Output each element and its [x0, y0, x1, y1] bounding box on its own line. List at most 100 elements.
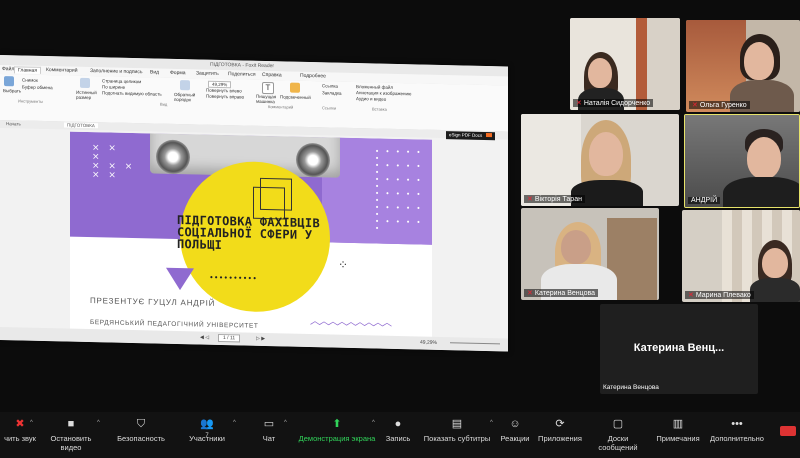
link-tool[interactable]: Ссылка — [322, 83, 338, 88]
mic-muted-icon: ✕ — [688, 292, 694, 299]
tab-fill-sign[interactable]: Заполнение и подпись — [90, 68, 142, 75]
tab-share[interactable]: Поделиться — [228, 71, 256, 78]
torso — [723, 177, 799, 207]
shield-icon: ⛉ — [136, 418, 146, 430]
end-meeting-button[interactable] — [780, 426, 796, 436]
face — [561, 230, 591, 264]
chat-button[interactable]: ▭ Чат — [256, 418, 282, 443]
esign-panel[interactable]: eSign PDF Docs — [446, 131, 495, 141]
share-options-caret[interactable]: ^ — [372, 420, 375, 426]
tab-comment[interactable]: Комментарий — [46, 67, 78, 74]
notes-button[interactable]: ▥ Примечания — [656, 418, 700, 443]
nav-start[interactable]: Начать — [6, 121, 21, 126]
share-screen-button[interactable]: ⬆ Демонстрация экрана — [298, 418, 376, 443]
subtitles-options-caret[interactable]: ^ — [490, 420, 493, 426]
record-button[interactable]: ● Запись — [384, 418, 412, 443]
clipboard-tool[interactable]: Буфер обмена — [22, 84, 53, 90]
participant-name: ✕ Катерина Венцова — [524, 289, 599, 297]
chat-options-caret[interactable]: ^ — [284, 420, 287, 426]
record-icon: ● — [394, 418, 402, 430]
select-tool[interactable]: Выбрать — [3, 88, 21, 93]
video-camera-icon: ■ — [67, 418, 75, 430]
camera-lens-right — [296, 142, 330, 178]
reactions-button[interactable]: ☺ Реакции — [498, 418, 532, 443]
participants-button[interactable]: 👥7 Участники — [182, 418, 232, 443]
apps-icon: ⟳ — [555, 418, 565, 430]
reflow[interactable]: Обратный порядок — [174, 92, 198, 103]
group-insert-label: Вставка — [372, 106, 387, 112]
dot-pattern-right: • • • • • • • • • • • • • • • • • • • • • •… — [375, 147, 423, 233]
tab-more[interactable]: Подробнее — [300, 73, 326, 80]
camera-lens-left — [156, 139, 190, 175]
tab-view[interactable]: Вид — [150, 69, 159, 75]
tab-protect[interactable]: Защитить — [196, 70, 219, 77]
x-pattern-left: × × × × × × × × — [92, 143, 136, 181]
participant-tile-active-speaker[interactable]: АНДРІЙ — [684, 114, 800, 208]
slide-university: БЕРДЯНСЬКИЙ ПЕДАГОГІЧНИЙ УНІВЕРСИТЕТ — [90, 319, 259, 330]
participant-tile[interactable]: ✕ Вікторія Таран — [521, 114, 679, 206]
participant-tile[interactable]: ✕ Катерина Венцова — [521, 208, 659, 300]
group-links-label: Ссылки — [322, 105, 337, 111]
actual-size[interactable]: Истинный размер — [76, 90, 100, 101]
participant-name: Катерина Венцова — [603, 384, 659, 391]
meeting-toolbar: ✖ чить звук ^ ■ Остановить видео ^ ⛉ Без… — [0, 412, 800, 458]
fit-visible[interactable]: Подогнать видимую область — [102, 90, 162, 96]
typewriter-tool[interactable]: Пишущая машинка — [256, 94, 278, 104]
mic-muted-icon: ✖ — [15, 418, 25, 430]
highlight-tool[interactable]: Подсвеченный — [280, 94, 311, 100]
fit-width[interactable]: По ширине — [102, 84, 125, 90]
tab-form[interactable]: Форма — [170, 70, 186, 76]
page-icon[interactable] — [80, 77, 90, 89]
participants-options-caret[interactable]: ^ — [233, 420, 236, 426]
rotate-right[interactable]: Повернуть вправо — [206, 94, 244, 100]
participant-name: ✕ Ольга Гуренко — [689, 101, 750, 109]
tab-help[interactable]: Справка — [262, 72, 282, 78]
more-button[interactable]: ••• Дополнительно — [706, 418, 768, 443]
chat-bubble-icon: ▭ — [263, 418, 275, 430]
pdf-slide: × × × × × × × × • • • • • • • • • • • • • •… — [70, 131, 432, 338]
hand-tool-icon[interactable] — [4, 76, 14, 87]
more-label: Дополнительно — [710, 434, 764, 443]
subtitles-label: Показать субтитры — [423, 434, 491, 443]
security-button[interactable]: ⛉ Безопасность — [110, 418, 172, 443]
mute-options-caret[interactable]: ^ — [30, 420, 33, 426]
shared-screen[interactable]: ПІДГОТОВКА - Foxit Reader Файл Главная К… — [0, 55, 508, 352]
page-nav-next[interactable]: ▷ ▶ — [256, 336, 265, 342]
whiteboards-button[interactable]: ▢ Доски сообщений — [588, 418, 648, 452]
rotate-left[interactable]: Повернуть влево — [206, 88, 242, 94]
highlight-icon[interactable] — [290, 82, 300, 93]
window-title: ПІДГОТОВКА - Foxit Reader — [210, 61, 275, 70]
typewriter-icon[interactable]: T — [262, 81, 274, 95]
participant-tile-video-off[interactable]: Катерина Венц... Катерина Венцова — [600, 304, 758, 394]
tab-file[interactable]: Файл — [2, 66, 14, 72]
file-attach-tool[interactable]: Вложенный файл — [356, 84, 393, 90]
audio-video-tool[interactable]: Аудио и видео — [356, 96, 386, 102]
video-options-caret[interactable]: ^ — [97, 420, 100, 426]
page-indicator[interactable]: 1 / 11 — [218, 333, 241, 343]
snapshot-tool[interactable]: Снимок — [22, 77, 38, 82]
slide-author: ПРЕЗЕНТУЄ ГУЦУЛ АНДРІЙ — [90, 296, 216, 308]
bookmark-tool[interactable]: Закладка — [322, 90, 342, 95]
participant-tile[interactable]: ✕ Наталія Сидорченко — [570, 18, 680, 110]
participant-display-name: Катерина Венц... — [633, 342, 725, 354]
reflow-icon[interactable] — [180, 80, 190, 91]
mic-muted-icon: ✕ — [692, 102, 698, 109]
zoom-slider[interactable] — [450, 342, 500, 345]
page-nav-prev[interactable]: ◀ ◁ — [200, 335, 209, 341]
esign-label: eSign PDF Docs — [449, 132, 483, 138]
doc-tab[interactable]: ПІДГОТОВКА — [64, 122, 98, 129]
stop-video-button[interactable]: ■ Остановить видео — [40, 418, 102, 452]
participant-tile[interactable]: ✕ Марина Плевако — [682, 210, 800, 302]
tab-home[interactable]: Главная — [14, 66, 42, 74]
mute-label: чить звук — [4, 434, 36, 443]
whiteboard-icon: ▢ — [612, 418, 624, 430]
fit-page[interactable]: Страница целиком — [102, 78, 141, 84]
face — [762, 248, 788, 278]
face — [747, 137, 781, 179]
stop-video-label: Остановить видео — [50, 434, 92, 452]
subtitles-button[interactable]: ▤ Показать субтитры — [422, 418, 492, 443]
mute-button[interactable]: ✖ чить звук — [0, 418, 40, 443]
apps-button[interactable]: ⟳ Приложения — [538, 418, 582, 443]
face — [744, 42, 774, 80]
participant-tile[interactable]: ✕ Ольга Гуренко — [686, 20, 800, 112]
